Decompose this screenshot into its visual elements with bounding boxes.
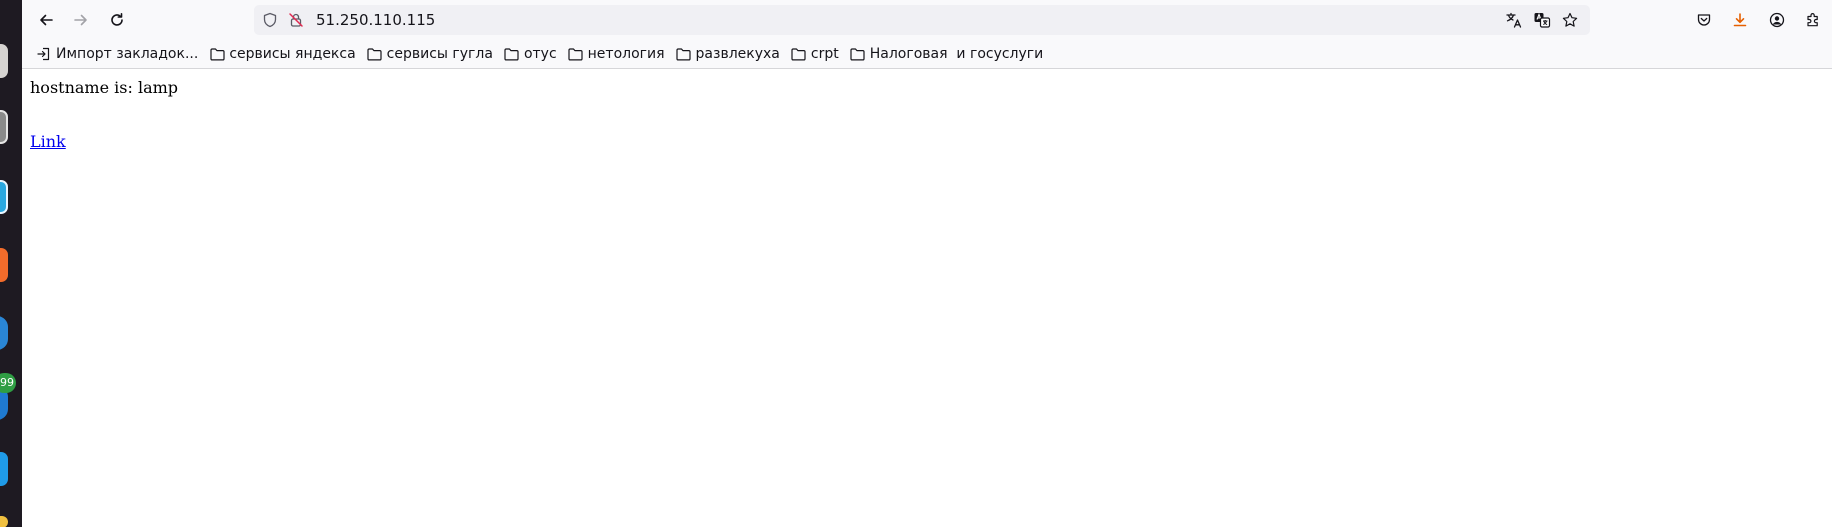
reload-icon bbox=[111, 13, 123, 26]
bookmark-star-icon bbox=[1562, 12, 1578, 27]
pocket-icon bbox=[1697, 14, 1711, 26]
dock-app-icon[interactable] bbox=[0, 516, 8, 527]
folder-icon bbox=[791, 46, 807, 62]
translate-icon bbox=[1506, 12, 1522, 28]
bookmark-folder-yandex[interactable]: сервисы яндекса bbox=[205, 43, 359, 65]
bookmark-folder-crpt[interactable]: crpt bbox=[787, 43, 843, 65]
browser-window: 51.250.110.115 Импорт закладок... сервис… bbox=[22, 0, 1832, 527]
link-paragraph: Link bbox=[30, 132, 178, 152]
bookmark-label: нетология bbox=[587, 46, 665, 62]
download-icon bbox=[1733, 13, 1747, 27]
bookmark-label: сервисы гугла bbox=[386, 46, 493, 62]
dock-app-icon[interactable] bbox=[0, 316, 8, 350]
downloads-button[interactable] bbox=[1726, 6, 1754, 34]
bookmark-folder-netology[interactable]: нетология bbox=[564, 43, 669, 65]
dock-app-icon[interactable] bbox=[0, 44, 8, 78]
back-arrow-icon bbox=[40, 14, 53, 26]
bookmark-import[interactable]: Импорт закладок... bbox=[32, 43, 202, 65]
bookmark-label: сервисы яндекса bbox=[229, 46, 356, 62]
reload-button[interactable] bbox=[103, 6, 131, 34]
bookmarks-toolbar: Импорт закладок... сервисы яндекса серви… bbox=[22, 40, 1832, 69]
extensions-icon bbox=[1807, 13, 1818, 27]
import-icon bbox=[36, 46, 52, 62]
page-translate-icon bbox=[1534, 13, 1551, 28]
dock-app-icon[interactable] bbox=[0, 180, 8, 214]
folder-icon bbox=[850, 46, 866, 62]
dock-notification-badge: 99 bbox=[0, 373, 16, 393]
forward-arrow-icon bbox=[74, 14, 87, 26]
bookmark-folder-tax-gosuslugi[interactable]: Налоговая и госуслуги bbox=[846, 43, 1048, 65]
back-button[interactable] bbox=[32, 6, 60, 34]
site-info-button[interactable] bbox=[286, 10, 306, 30]
folder-icon bbox=[568, 46, 584, 62]
screen: 99 51.250.110.115 Импорт закладок... сер… bbox=[0, 0, 1832, 527]
dock-app-icon[interactable] bbox=[0, 452, 8, 486]
bookmark-label: отус bbox=[523, 46, 557, 62]
dock-app-icon[interactable] bbox=[0, 110, 8, 144]
folder-icon bbox=[504, 46, 520, 62]
page-translate-button[interactable] bbox=[1532, 10, 1552, 30]
translate-button[interactable] bbox=[1504, 10, 1524, 30]
bookmark-label: Налоговая и госуслуги bbox=[869, 46, 1044, 62]
hostname-text: hostname is: lamp bbox=[30, 78, 179, 97]
bookmark-label: crpt bbox=[810, 46, 839, 62]
account-icon bbox=[1769, 12, 1785, 28]
bookmark-folder-otus[interactable]: отус bbox=[500, 43, 561, 65]
insecure-lock-icon bbox=[289, 13, 303, 27]
tracking-protection-button[interactable] bbox=[260, 10, 280, 30]
folder-icon bbox=[367, 46, 383, 62]
page-content: hostname is: lamp Link bbox=[30, 70, 178, 152]
folder-icon bbox=[676, 46, 692, 62]
shield-icon bbox=[263, 12, 277, 28]
bookmark-folder-entertainment[interactable]: развлекуха bbox=[672, 43, 784, 65]
bookmark-label: развлекуха bbox=[695, 46, 780, 62]
folder-icon bbox=[209, 46, 225, 62]
bookmark-label: Импорт закладок... bbox=[56, 46, 199, 62]
bookmark-page-button[interactable] bbox=[1560, 10, 1580, 30]
extensions-button[interactable] bbox=[1799, 6, 1827, 34]
account-button[interactable] bbox=[1763, 6, 1791, 34]
dock-app-icon[interactable] bbox=[0, 248, 8, 282]
page-link[interactable]: Link bbox=[30, 132, 66, 151]
os-dock: 99 bbox=[0, 0, 22, 527]
url-text[interactable]: 51.250.110.115 bbox=[316, 5, 435, 35]
forward-button[interactable] bbox=[67, 6, 95, 34]
bookmark-folder-google[interactable]: сервисы гугла bbox=[363, 43, 497, 65]
pocket-button[interactable] bbox=[1690, 6, 1718, 34]
nav-toolbar: 51.250.110.115 bbox=[22, 0, 1832, 40]
address-bar[interactable]: 51.250.110.115 bbox=[254, 5, 1590, 35]
